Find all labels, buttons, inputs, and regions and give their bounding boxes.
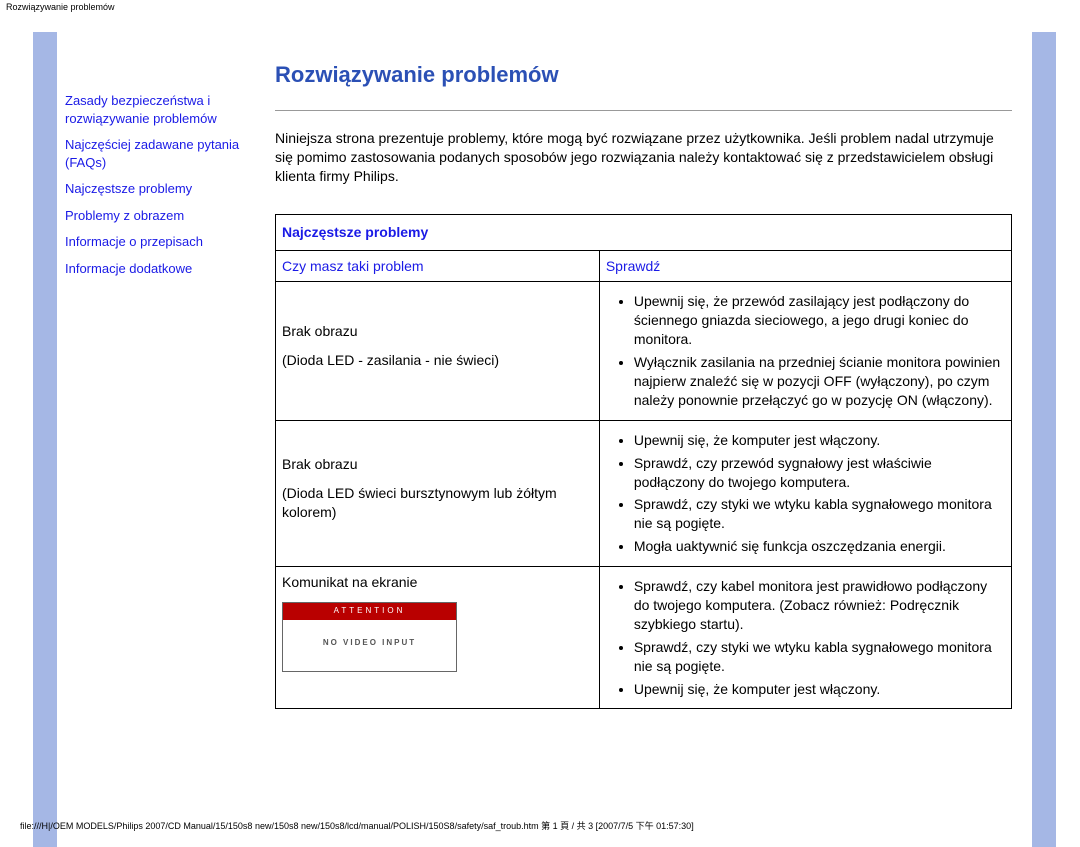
check-item: Wyłącznik zasilania na przedniej ścianie…: [634, 353, 1005, 410]
attention-header: ATTENTION: [283, 603, 456, 620]
check-item: Mogła uaktywnić się funkcja oszczędzania…: [634, 537, 1005, 556]
table-row: Komunikat na ekranie ATTENTION NO VIDEO …: [276, 567, 1012, 709]
page-title: Rozwiązywanie problemów: [275, 62, 1012, 88]
check-cell: Upewnij się, że przewód zasilający jest …: [599, 282, 1011, 420]
check-list: Upewnij się, że komputer jest włączony. …: [634, 431, 1005, 556]
check-list: Upewnij się, że przewód zasilający jest …: [634, 292, 1005, 409]
check-list: Sprawdź, czy kabel monitora jest prawidł…: [634, 577, 1005, 698]
check-item: Upewnij się, że komputer jest włączony.: [634, 431, 1005, 450]
sidebar-nav: Zasady bezpieczeństwa i rozwiązywanie pr…: [57, 32, 267, 286]
check-item: Sprawdź, czy przewód sygnałowy jest właś…: [634, 454, 1005, 492]
problem-line: Komunikat na ekranie: [282, 573, 593, 592]
right-accent-bar: [1032, 32, 1056, 847]
sidebar-item-additional-info[interactable]: Informacje dodatkowe: [65, 260, 257, 278]
check-item: Sprawdź, czy kabel monitora jest prawidł…: [634, 577, 1005, 634]
intro-paragraph: Niniejsza strona prezentuje problemy, kt…: [275, 129, 1012, 186]
title-separator: [275, 110, 1012, 111]
main-content: Rozwiązywanie problemów Niniejsza strona…: [275, 32, 1032, 709]
problem-no-image-led-amber: Brak obrazu (Dioda LED świeci bursztynow…: [276, 420, 600, 566]
page-path: Rozwiązywanie problemów: [0, 0, 1080, 14]
table-row: Brak obrazu (Dioda LED - zasilania - nie…: [276, 282, 1012, 420]
check-cell: Upewnij się, że komputer jest włączony. …: [599, 420, 1011, 566]
problem-line: Brak obrazu: [282, 455, 593, 474]
left-accent-bar: [33, 32, 57, 847]
table-section-heading: Najczęstsze problemy: [276, 214, 1012, 250]
table-header-row: Czy masz taki problem Sprawdź: [276, 250, 1012, 282]
content-area: Zasady bezpieczeństwa i rozwiązywanie pr…: [57, 32, 1032, 709]
check-item: Sprawdź, czy styki we wtyku kabla sygnał…: [634, 495, 1005, 533]
check-item: Sprawdź, czy styki we wtyku kabla sygnał…: [634, 638, 1005, 676]
table-col-problem: Czy masz taki problem: [276, 250, 600, 282]
problem-line: Brak obrazu: [282, 322, 593, 341]
footer-file-path: file:///H|/OEM MODELS/Philips 2007/CD Ma…: [20, 819, 694, 832]
problem-line: (Dioda LED świeci bursztynowym lub żółty…: [282, 484, 593, 522]
attention-body: NO VIDEO INPUT: [283, 620, 456, 671]
table-row: Brak obrazu (Dioda LED świeci bursztynow…: [276, 420, 1012, 566]
check-item: Upewnij się, że przewód zasilający jest …: [634, 292, 1005, 349]
sidebar-item-regulations[interactable]: Informacje o przepisach: [65, 233, 257, 251]
table-section-row: Najczęstsze problemy: [276, 214, 1012, 250]
table-col-check: Sprawdź: [599, 250, 1011, 282]
problem-no-image-led-off: Brak obrazu (Dioda LED - zasilania - nie…: [276, 282, 600, 420]
problem-line: (Dioda LED - zasilania - nie świeci): [282, 351, 593, 370]
check-item: Upewnij się, że komputer jest włączony.: [634, 680, 1005, 699]
sidebar-item-safety[interactable]: Zasady bezpieczeństwa i rozwiązywanie pr…: [65, 92, 257, 127]
sidebar-item-common-problems[interactable]: Najczęstsze problemy: [65, 180, 257, 198]
problem-screen-message: Komunikat na ekranie ATTENTION NO VIDEO …: [276, 567, 600, 709]
troubleshooting-table: Najczęstsze problemy Czy masz taki probl…: [275, 214, 1012, 710]
sidebar-item-faqs[interactable]: Najczęściej zadawane pytania (FAQs): [65, 136, 257, 171]
sidebar-item-image-problems[interactable]: Problemy z obrazem: [65, 207, 257, 225]
check-cell: Sprawdź, czy kabel monitora jest prawidł…: [599, 567, 1011, 709]
attention-message-box: ATTENTION NO VIDEO INPUT: [282, 602, 457, 672]
